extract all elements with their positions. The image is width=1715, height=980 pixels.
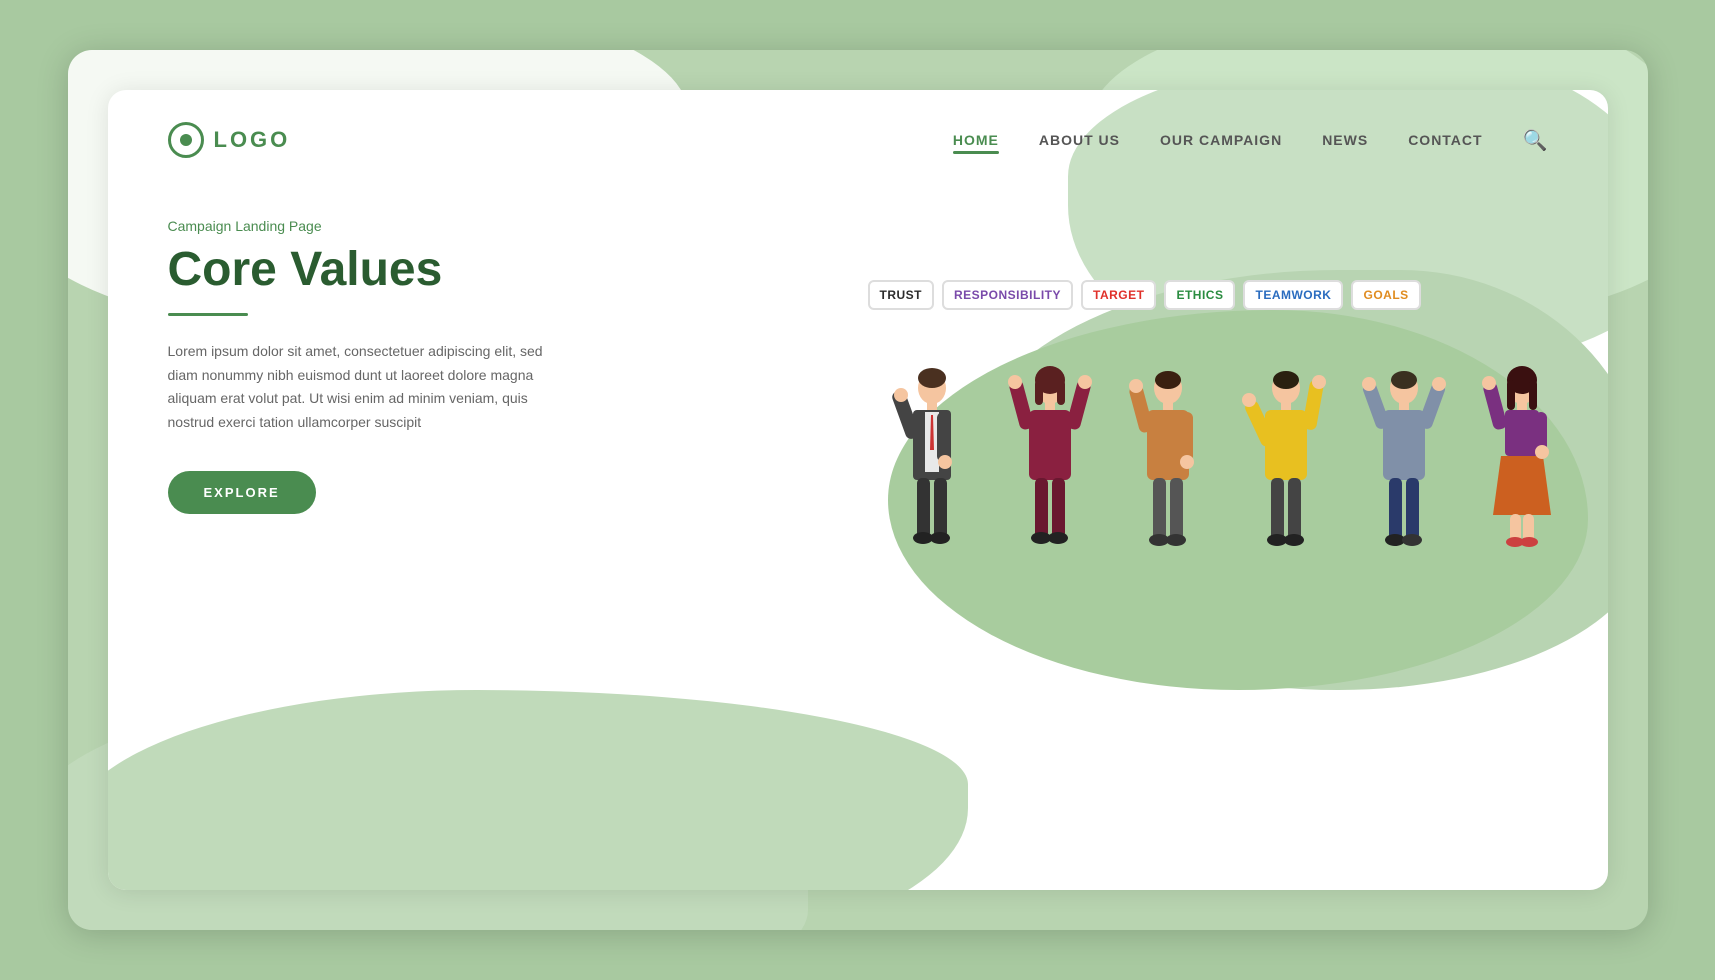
signs-row: TRUST RESPONSIBILITY TARGET ETHICS TEAMW… [868, 280, 1588, 310]
nav-item-news[interactable]: NEWS [1322, 132, 1368, 148]
logo-icon-inner [180, 134, 192, 146]
sign-ethics: ETHICS [1164, 280, 1235, 310]
main-card: LOGO HOME ABOUT US OUR CAMPAIGN NEWS CON… [108, 90, 1608, 890]
nav-item-contact[interactable]: CONTACT [1408, 132, 1482, 148]
nav-item-home[interactable]: HOME [953, 132, 999, 148]
figures-row [878, 360, 1598, 580]
hero-divider [168, 313, 248, 316]
hero-subtitle: Campaign Landing Page [168, 218, 568, 234]
figure-4 [1232, 360, 1340, 580]
explore-button[interactable]: EXPLORE [168, 471, 316, 514]
hero-section: Campaign Landing Page Core Values Lorem … [108, 158, 628, 514]
figure-1 [878, 360, 986, 580]
nav-item-about[interactable]: ABOUT US [1039, 132, 1120, 148]
logo-area: LOGO [168, 122, 291, 158]
hero-title: Core Values [168, 244, 568, 297]
figure-3 [1114, 360, 1222, 580]
figure-6 [1468, 360, 1576, 580]
hero-body: Lorem ipsum dolor sit amet, consectetuer… [168, 340, 568, 435]
logo-icon [168, 122, 204, 158]
nav-item-campaign[interactable]: OUR CAMPAIGN [1160, 132, 1282, 148]
outer-frame: LOGO HOME ABOUT US OUR CAMPAIGN NEWS CON… [68, 50, 1648, 930]
sign-teamwork: TEAMWORK [1243, 280, 1343, 310]
values-area: TRUST RESPONSIBILITY TARGET ETHICS TEAMW… [828, 250, 1608, 770]
logo-text: LOGO [214, 127, 291, 153]
sign-goals: GOALS [1351, 280, 1420, 310]
search-icon[interactable]: 🔍 [1523, 128, 1548, 153]
sign-responsibility: RESPONSIBILITY [942, 280, 1073, 310]
nav: HOME ABOUT US OUR CAMPAIGN NEWS CONTACT … [953, 128, 1548, 153]
sign-target: TARGET [1081, 280, 1156, 310]
sign-trust: TRUST [868, 280, 935, 310]
header: LOGO HOME ABOUT US OUR CAMPAIGN NEWS CON… [108, 90, 1608, 158]
figure-2 [996, 360, 1104, 580]
figure-5 [1350, 360, 1458, 580]
